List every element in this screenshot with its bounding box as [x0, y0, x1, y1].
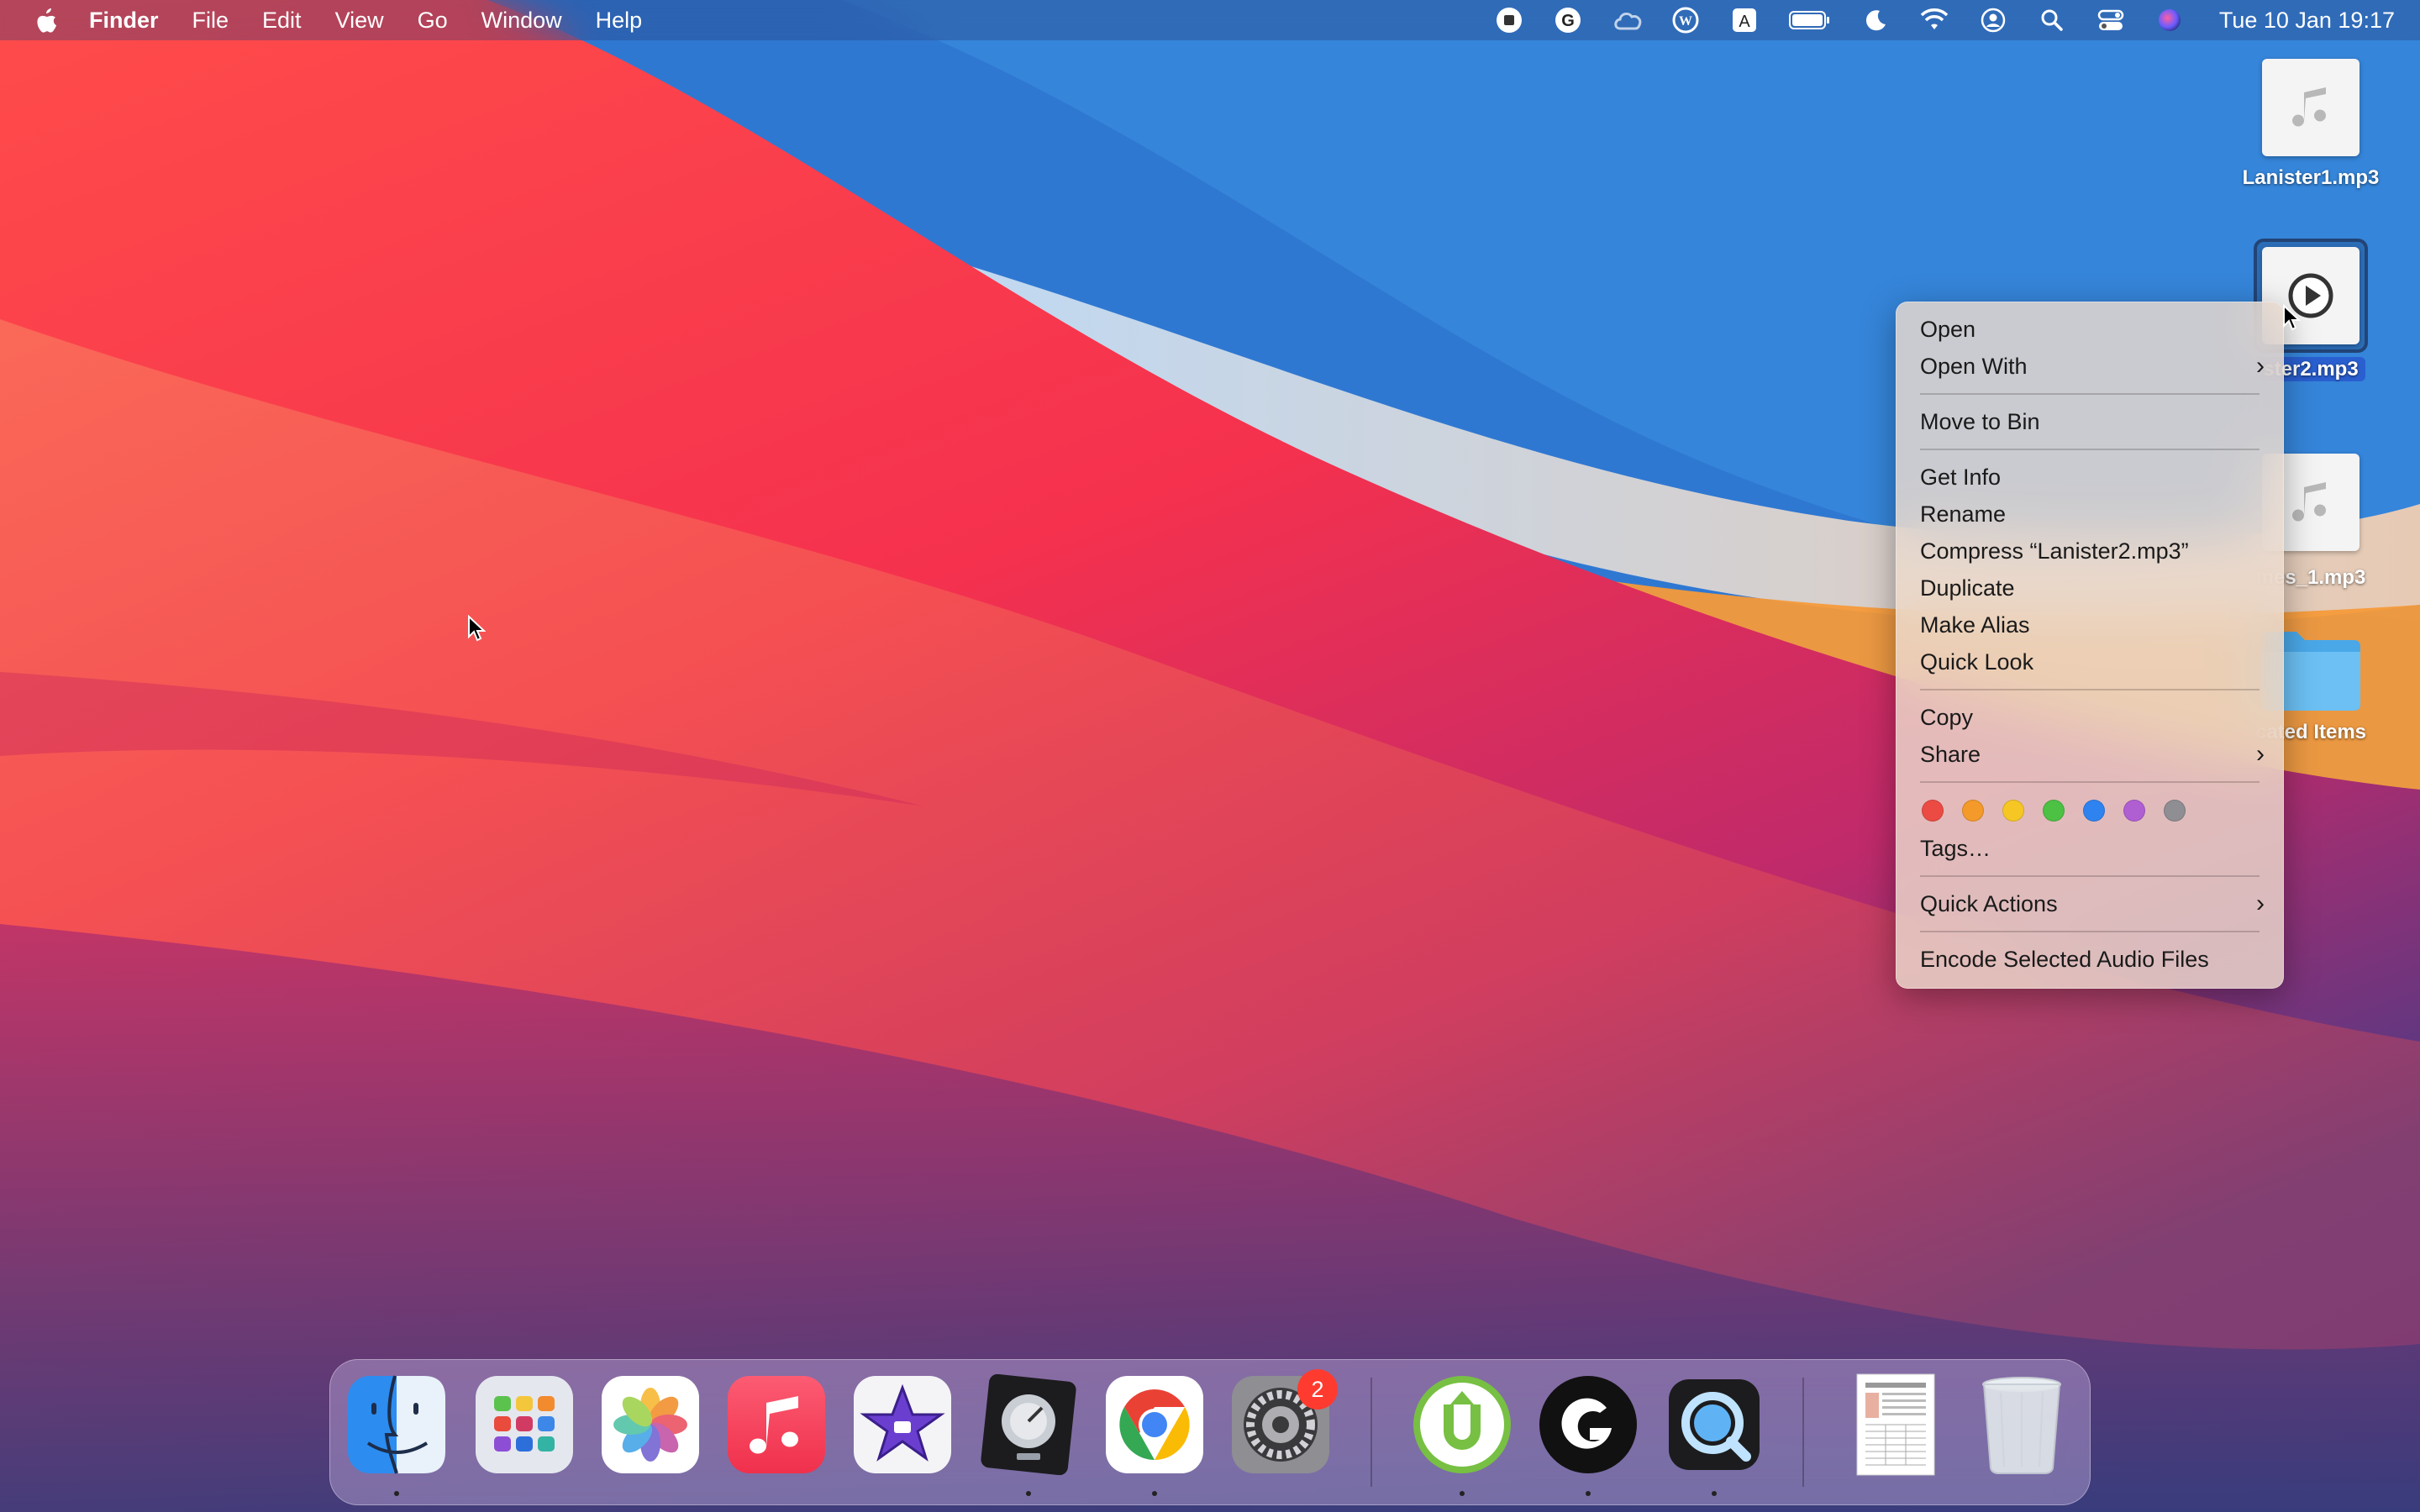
spotlight-icon[interactable]	[2037, 5, 2067, 35]
menu-separator	[1920, 931, 2260, 932]
notification-badge: 2	[1297, 1369, 1338, 1410]
dock-separator	[1802, 1378, 1804, 1487]
control-center-icon[interactable]	[2096, 5, 2126, 35]
svg-text:W: W	[1679, 14, 1692, 29]
menu-item-compress[interactable]: Compress “Lanister2.mp3”	[1897, 533, 2283, 570]
siri-icon[interactable]	[2154, 5, 2185, 35]
menu-go[interactable]: Go	[401, 0, 465, 40]
running-indicator	[1152, 1491, 1157, 1496]
menu-item-move-to-bin[interactable]: Move to Bin	[1897, 403, 2283, 440]
tag-yellow-dot[interactable]	[2002, 800, 2024, 822]
tag-blue-dot[interactable]	[2083, 800, 2105, 822]
chevron-right-icon: ›	[2256, 890, 2265, 917]
menu-item-rename[interactable]: Rename	[1897, 496, 2283, 533]
chevron-right-icon: ›	[2256, 352, 2265, 380]
menu-item-quick-look[interactable]: Quick Look	[1897, 643, 2283, 680]
dock-photos-icon[interactable]	[600, 1374, 701, 1475]
menu-item-copy[interactable]: Copy	[1897, 699, 2283, 736]
tag-gray-dot[interactable]	[2164, 800, 2186, 822]
menu-edit[interactable]: Edit	[245, 0, 318, 40]
dock-chrome-icon[interactable]	[1104, 1374, 1205, 1475]
dock-imovie-icon[interactable]	[852, 1374, 953, 1475]
tag-color-row	[1897, 791, 2283, 830]
creative-cloud-icon[interactable]	[1612, 5, 1642, 35]
menu-clock[interactable]: Tue 10 Jan 19:17	[2219, 8, 2395, 34]
battery-icon[interactable]	[1788, 5, 1832, 35]
tag-purple-dot[interactable]	[2123, 800, 2145, 822]
menu-help[interactable]: Help	[579, 0, 660, 40]
menu-item-label: Open With	[1920, 354, 2028, 379]
menu-item-duplicate[interactable]: Duplicate	[1897, 570, 2283, 606]
menu-separator	[1920, 449, 2260, 450]
menu-separator	[1920, 875, 2260, 877]
wifi-icon[interactable]	[1919, 5, 1949, 35]
dock-document-thumbnail-icon[interactable]	[1845, 1373, 1946, 1476]
dock-music-icon[interactable]	[726, 1374, 827, 1475]
menu-item-get-info[interactable]: Get Info	[1897, 459, 2283, 496]
menu-window[interactable]: Window	[465, 0, 579, 40]
input-source-icon[interactable]: A	[1729, 5, 1760, 35]
svg-text:A: A	[1739, 13, 1750, 31]
menu-item-open-with[interactable]: Open With ›	[1897, 348, 2283, 385]
dock-logic-pro-icon[interactable]	[978, 1374, 1079, 1475]
dock-launchpad-icon[interactable]	[474, 1374, 575, 1475]
dock-g-hub-icon[interactable]	[1538, 1374, 1639, 1475]
dock-finder-icon[interactable]	[346, 1374, 447, 1475]
apple-menu-icon[interactable]	[22, 0, 72, 40]
svg-text:G: G	[1561, 12, 1575, 30]
menu-separator	[1920, 393, 2260, 395]
menu-item-open[interactable]: Open	[1897, 311, 2283, 348]
stop-record-icon[interactable]	[1494, 5, 1524, 35]
running-indicator	[1712, 1491, 1717, 1496]
desktop-icon-lanister1[interactable]: Lanister1.mp3	[2218, 59, 2403, 190]
user-icon[interactable]	[1978, 5, 2008, 35]
dock-trash-icon[interactable]	[1971, 1374, 2072, 1475]
menu-item-share[interactable]: Share ›	[1897, 736, 2283, 773]
tag-green-dot[interactable]	[2043, 800, 2065, 822]
menu-finder[interactable]: Finder	[72, 0, 176, 40]
menu-item-encode-audio[interactable]: Encode Selected Audio Files	[1897, 941, 2283, 978]
running-indicator	[1026, 1491, 1031, 1496]
menu-item-make-alias[interactable]: Make Alias	[1897, 606, 2283, 643]
dock-separator	[1370, 1378, 1372, 1487]
mouse-pointer-icon	[468, 615, 486, 642]
do-not-disturb-icon[interactable]	[1860, 5, 1891, 35]
running-indicator	[1586, 1491, 1591, 1496]
running-indicator	[394, 1491, 399, 1496]
dock-quicktime-icon[interactable]	[1664, 1374, 1765, 1475]
wordpress-icon[interactable]: W	[1670, 5, 1701, 35]
menu-item-tags[interactable]: Tags…	[1897, 830, 2283, 867]
menu-item-quick-actions[interactable]: Quick Actions ›	[1897, 885, 2283, 922]
menu-separator	[1920, 689, 2260, 690]
tag-red-dot[interactable]	[1922, 800, 1944, 822]
context-menu: Open Open With › Move to Bin Get Info Re…	[1896, 302, 2284, 989]
menu-bar: Finder File Edit View Go Window Help G W…	[0, 0, 2420, 40]
chevron-right-icon: ›	[2256, 740, 2265, 768]
menu-separator	[1920, 781, 2260, 783]
menu-view[interactable]: View	[318, 0, 401, 40]
grammarly-icon[interactable]: G	[1553, 5, 1583, 35]
menu-file[interactable]: File	[176, 0, 246, 40]
tag-orange-dot[interactable]	[1962, 800, 1984, 822]
desktop-icon-label: Lanister1.mp3	[2242, 166, 2380, 189]
dock	[329, 1359, 2091, 1505]
menu-item-label: Quick Actions	[1920, 891, 2058, 916]
mouse-pointer-icon	[2283, 304, 2301, 331]
audio-file-icon	[2262, 59, 2360, 156]
menu-item-label: Share	[1920, 742, 1981, 767]
dock-utorrent-icon[interactable]	[1412, 1374, 1512, 1475]
running-indicator	[1460, 1491, 1465, 1496]
